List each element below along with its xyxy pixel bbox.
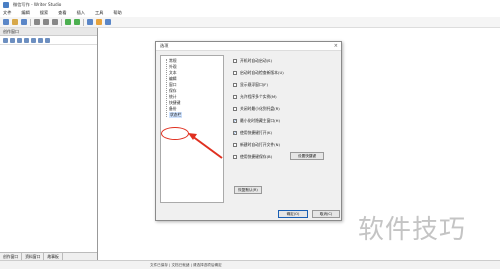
watermark-text: 软件技巧 — [358, 215, 467, 245]
